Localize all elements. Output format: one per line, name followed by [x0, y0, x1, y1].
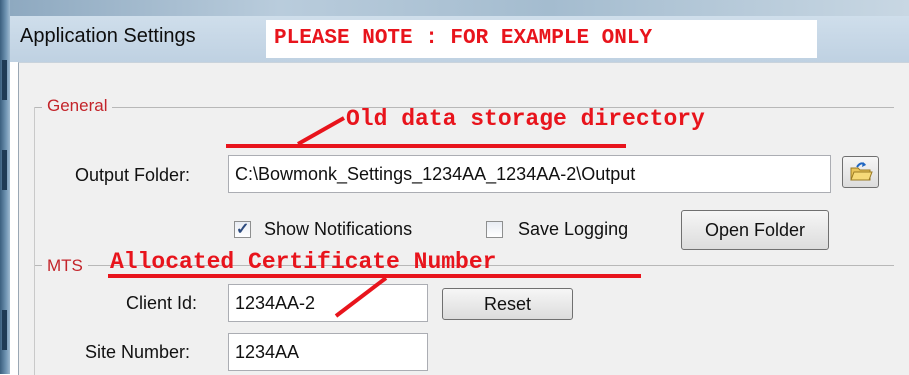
- annotation-marks: [108, 116, 641, 318]
- certificate-pointer: [334, 276, 388, 318]
- old-directory-pointer: [297, 116, 345, 146]
